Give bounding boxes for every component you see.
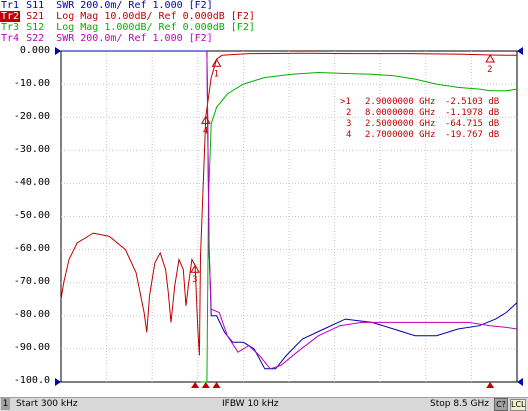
ref-right-arrow-icon[interactable] xyxy=(517,47,523,55)
ref-right-bottom-arrow-icon[interactable] xyxy=(517,378,523,386)
ifbw[interactable]: IFBW 10 kHz xyxy=(222,398,278,411)
marker-2-label: 2 xyxy=(487,65,492,75)
readout-value: -64.715 dB xyxy=(445,119,499,129)
readout-freq: 2.7000000 GHz xyxy=(365,130,435,140)
readout-freq: 2.9000000 GHz xyxy=(365,97,435,107)
ref-left-bottom-arrow-icon[interactable] xyxy=(55,378,61,386)
start-frequency[interactable]: Start 300 kHz xyxy=(16,398,78,411)
marker-1-axis-icon[interactable] xyxy=(212,382,221,388)
readout-value: -1.1978 dB xyxy=(445,108,499,118)
readout-value: -2.5103 dB xyxy=(445,97,499,107)
marker-4-label: 4 xyxy=(203,126,208,136)
marker-3-label: 3 xyxy=(192,275,197,285)
readout-num: >1 xyxy=(340,97,351,107)
stop-frequency[interactable]: Stop 8.5 GHz xyxy=(430,398,489,411)
readout-freq: 2.5000000 GHz xyxy=(365,119,435,129)
readout-num: 2 xyxy=(346,108,351,118)
marker-2-axis-icon[interactable] xyxy=(486,382,495,388)
readout-value: -19.767 dB xyxy=(445,130,499,140)
marker-3-axis-icon[interactable] xyxy=(191,382,200,388)
readout-freq: 8.0000000 GHz xyxy=(365,108,435,118)
readout-num: 3 xyxy=(346,119,351,129)
status-bar: 1 Start 300 kHz IFBW 10 kHz Stop 8.5 GHz… xyxy=(0,397,528,411)
marker-4-axis-icon[interactable] xyxy=(201,382,210,388)
channel-indicator[interactable]: 1 xyxy=(1,398,10,410)
local-button[interactable]: LCL xyxy=(510,399,526,411)
calibration-button[interactable]: C? xyxy=(494,398,508,411)
plot-area[interactable]: 1 234 >1 2.9000000 GHz -2.5103 dB 2 8.000… xyxy=(0,0,528,397)
ref-left-arrow-icon[interactable] xyxy=(55,47,61,55)
readout-num: 4 xyxy=(346,130,351,140)
marker-1-label: 1 xyxy=(214,69,219,79)
